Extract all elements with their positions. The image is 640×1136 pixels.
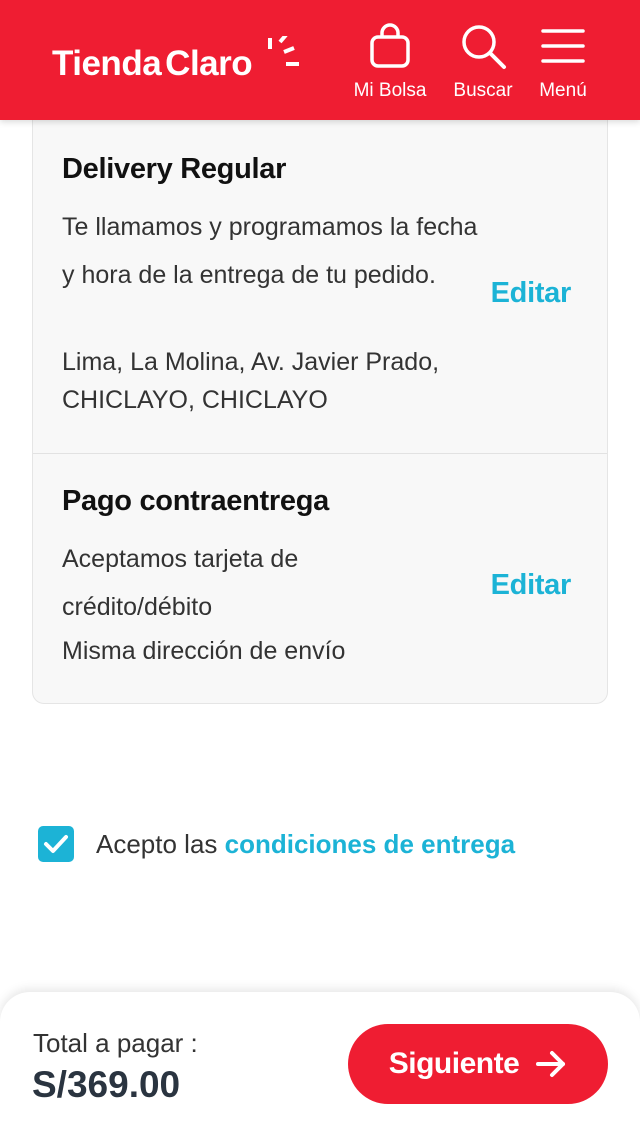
menu-button[interactable]: Menú [535, 22, 591, 106]
delivery-address-line2: CHICLAYO, CHICLAYO [62, 386, 328, 414]
menu-label: Menú [539, 80, 587, 101]
search-icon [459, 22, 507, 70]
tienda-claro-logo[interactable]: Tienda Claro [52, 36, 299, 86]
next-button-label: Siguiente [388, 1047, 520, 1080]
edit-delivery-link[interactable]: Editar [491, 277, 572, 310]
hamburger-menu-icon [539, 22, 587, 70]
claro-rays-icon [268, 36, 299, 66]
payment-description: Aceptamos tarjeta de crédito/débito [62, 545, 299, 621]
edit-payment-link[interactable]: Editar [491, 569, 572, 602]
shopping-bag-icon [366, 22, 414, 70]
delivery-terms-row: Acepto las condiciones de entrega [38, 824, 515, 864]
section-divider [33, 453, 607, 454]
delivery-title: Delivery Regular [62, 153, 287, 185]
next-button[interactable]: Siguiente [348, 1024, 608, 1104]
order-summary-card: Delivery Regular Te llamamos y programam… [32, 100, 608, 704]
delivery-description: Te llamamos y programamos la fecha y hor… [62, 213, 478, 289]
payment-title: Pago contraentrega [62, 485, 329, 517]
total-amount: S/369.00 [32, 1064, 181, 1105]
total-label: Total a pagar : [33, 1028, 198, 1058]
terms-link[interactable]: condiciones de entrega [225, 829, 515, 859]
logo-word-tienda: Tienda [52, 44, 162, 83]
bag-button[interactable]: Mi Bolsa [349, 22, 431, 106]
app-header: Tienda Claro Mi Bolsa Buscar Menú [0, 0, 640, 120]
delivery-address-line1: Lima, La Molina, Av. Javier Prado, [62, 348, 440, 376]
terms-checkbox[interactable] [38, 826, 74, 862]
bag-label: Mi Bolsa [353, 80, 427, 101]
arrow-right-icon [536, 1051, 566, 1077]
checkmark-icon [44, 835, 68, 853]
payment-note: Misma dirección de envío [62, 637, 346, 665]
checkout-footer: Total a pagar : S/369.00 Siguiente [0, 992, 640, 1136]
search-label: Buscar [453, 80, 513, 101]
logo-word-claro: Claro [165, 44, 253, 83]
terms-prefix: Acepto las [96, 828, 225, 859]
search-button[interactable]: Buscar [449, 22, 517, 106]
terms-text: Acepto las condiciones de entrega [96, 829, 515, 860]
